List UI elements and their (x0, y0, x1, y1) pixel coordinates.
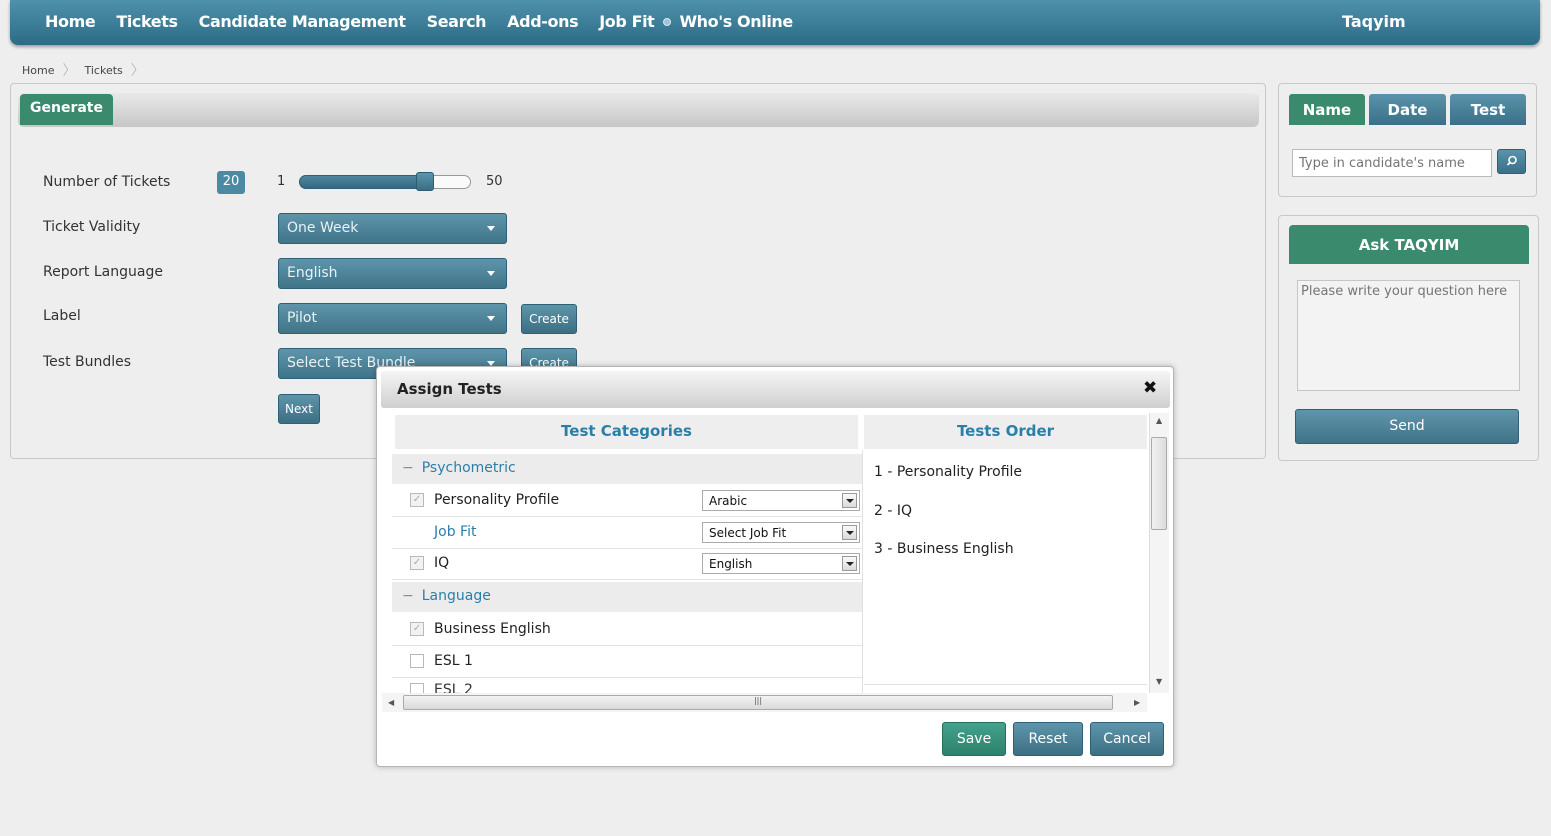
label-select[interactable]: Pilot (278, 303, 507, 334)
tickets-slider-handle[interactable] (416, 172, 434, 191)
dialog-title: Assign Tests (397, 380, 502, 398)
group-language[interactable]: − Language (392, 582, 862, 612)
breadcrumb-separator-icon: 〉 (130, 63, 145, 79)
tickets-slider-fill (299, 175, 425, 189)
breadcrumb: Home 〉 Tickets 〉 (22, 60, 153, 80)
order-item[interactable]: 2 - IQ (874, 503, 1022, 542)
number-of-tickets-label: Number of Tickets (43, 174, 171, 190)
nav-item-add-ons[interactable]: Add-ons (507, 12, 578, 31)
ask-taqyim-title: Ask TAQYIM (1289, 225, 1529, 264)
tickets-count-badge: 20 (217, 171, 245, 194)
chevron-down-icon (842, 525, 857, 540)
scroll-up-icon[interactable]: ▲ (1156, 416, 1162, 425)
ticket-validity-label: Ticket Validity (43, 219, 141, 235)
test-row-esl-1: ESL 1 (392, 646, 862, 678)
collapse-icon[interactable]: − (402, 460, 414, 476)
tab-test[interactable]: Test (1450, 94, 1526, 125)
test-label: IQ (434, 555, 450, 571)
order-item[interactable]: 3 - Business English (874, 541, 1022, 580)
label-value: Pilot (287, 310, 317, 326)
breadcrumb-separator-icon: 〉 (62, 63, 77, 79)
nav-item-tickets[interactable]: Tickets (116, 12, 178, 31)
question-textarea[interactable] (1297, 280, 1520, 391)
chevron-down-icon (842, 556, 857, 571)
tab-date[interactable]: Date (1369, 94, 1446, 125)
select-value: Select Job Fit (709, 526, 787, 540)
ticket-validity-select[interactable]: One Week (278, 213, 507, 244)
test-label: Business English (434, 621, 551, 637)
tests-order-header: Tests Order (864, 415, 1147, 449)
test-row-iq: ✓ IQ English (392, 548, 862, 580)
top-nav-bar: Home Tickets Candidate Management Search… (10, 0, 1540, 45)
test-row-esl-2: ESL 2 (392, 678, 862, 693)
test-row-personality-profile: ✓ Personality Profile Arabic (392, 485, 862, 517)
personality-language-select[interactable]: Arabic (702, 490, 860, 511)
report-language-label: Report Language (43, 264, 163, 280)
breadcrumb-tickets[interactable]: Tickets (84, 64, 122, 77)
business-english-checkbox[interactable]: ✓ (410, 622, 424, 636)
close-icon[interactable]: ✖ (1143, 378, 1157, 398)
reset-button[interactable]: Reset (1013, 722, 1083, 756)
test-row-job-fit: Job Fit Select Job Fit (392, 517, 862, 549)
test-label: Personality Profile (434, 492, 560, 508)
esl-2-checkbox[interactable] (410, 683, 424, 693)
report-language-select[interactable]: English (278, 258, 507, 289)
breadcrumb-home[interactable]: Home (22, 64, 54, 77)
iq-checkbox[interactable]: ✓ (410, 556, 424, 570)
personality-profile-checkbox[interactable]: ✓ (410, 493, 424, 507)
iq-language-select[interactable]: English (702, 553, 860, 574)
report-language-value: English (287, 265, 338, 281)
vertical-scroll-thumb[interactable] (1151, 437, 1167, 530)
slider-max-label: 50 (486, 174, 503, 189)
test-row-business-english: ✓ Business English (392, 614, 862, 646)
panel-header (18, 93, 1259, 127)
esl-1-checkbox[interactable] (410, 654, 424, 668)
chevron-down-icon (487, 226, 495, 231)
column-divider (862, 450, 863, 693)
nav-item-candidate-management[interactable]: Candidate Management (199, 12, 406, 31)
label-field-label: Label (43, 308, 81, 324)
candidate-name-search-input[interactable] (1292, 149, 1492, 177)
test-bundles-label: Test Bundles (43, 354, 132, 370)
user-name[interactable]: Taqyim (1342, 12, 1406, 31)
group-psychometric[interactable]: − Psychometric (392, 454, 862, 484)
test-categories-header: Test Categories (395, 415, 858, 449)
chevron-down-icon (842, 493, 857, 508)
select-value: English (709, 557, 753, 571)
nav-item-whos-online[interactable]: Who's Online (679, 12, 793, 31)
job-fit-link[interactable]: Job Fit (434, 524, 476, 540)
nav-menu: Home Tickets Candidate Management Search… (45, 12, 814, 31)
collapse-icon[interactable]: − (402, 588, 414, 604)
search-icon (1506, 155, 1517, 166)
chevron-down-icon (487, 316, 495, 321)
chevron-down-icon (487, 271, 495, 276)
search-button[interactable] (1497, 149, 1526, 174)
tab-name[interactable]: Name (1289, 94, 1365, 125)
nav-item-search[interactable]: Search (427, 12, 487, 31)
scroll-right-icon[interactable]: ▶ (1134, 698, 1140, 707)
tests-order-list: 1 - Personality Profile 2 - IQ 3 - Busin… (874, 464, 1022, 580)
save-button[interactable]: Save (942, 722, 1006, 756)
send-button[interactable]: Send (1295, 409, 1519, 444)
horizontal-scroll-thumb[interactable]: ||| (403, 695, 1113, 710)
ticket-validity-value: One Week (287, 220, 359, 236)
order-divider (864, 684, 1147, 685)
test-label: ESL 2 (434, 682, 473, 693)
group-label: Language (421, 588, 491, 604)
group-label: Psychometric (421, 460, 516, 476)
scroll-down-icon[interactable]: ▼ (1156, 677, 1162, 686)
test-label: ESL 1 (434, 653, 473, 669)
slider-min-label: 1 (277, 174, 286, 189)
tab-generate[interactable]: Generate (20, 94, 113, 125)
select-value: Arabic (709, 494, 748, 508)
online-status-dot-icon (663, 17, 672, 26)
scroll-left-icon[interactable]: ◀ (388, 698, 394, 707)
next-button[interactable]: Next (278, 394, 320, 424)
nav-item-job-fit[interactable]: Job Fit (599, 12, 655, 31)
cancel-button[interactable]: Cancel (1090, 722, 1164, 756)
job-fit-select[interactable]: Select Job Fit (702, 522, 860, 543)
nav-item-home[interactable]: Home (45, 12, 96, 31)
order-item[interactable]: 1 - Personality Profile (874, 464, 1022, 503)
create-label-button[interactable]: Create (521, 304, 577, 334)
